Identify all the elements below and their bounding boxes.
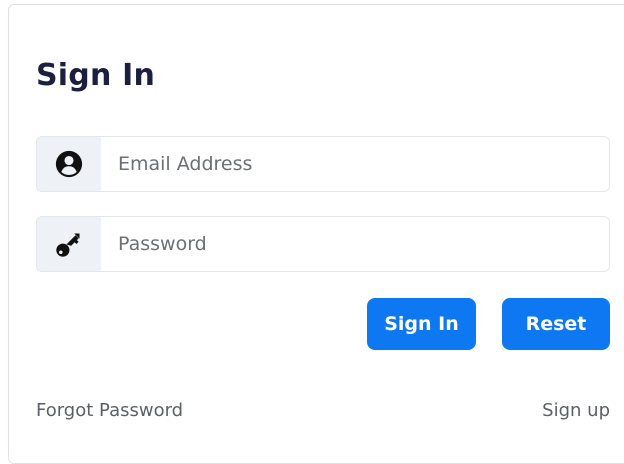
email-addon [37,137,101,191]
sign-in-button[interactable]: Sign In [367,298,476,350]
reset-button[interactable]: Reset [502,298,610,350]
user-circle-icon [55,150,83,178]
email-input-group [36,136,610,192]
page-title: Sign In [36,58,156,93]
sign-up-link[interactable]: Sign up [542,400,610,421]
email-input[interactable] [101,137,609,191]
password-input[interactable] [101,217,609,271]
password-addon [37,217,101,271]
forgot-password-link[interactable]: Forgot Password [36,400,183,421]
password-input-group [36,216,610,272]
key-icon [56,233,80,257]
